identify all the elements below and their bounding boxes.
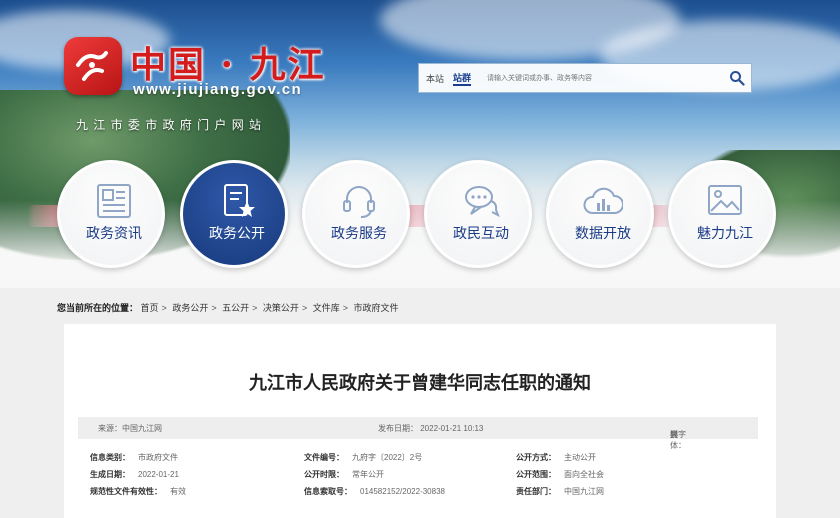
info-key: 规范性文件有效性： xyxy=(90,487,162,496)
breadcrumb-prefix: 您当前所在的位置： xyxy=(57,303,139,313)
headset-icon xyxy=(343,186,375,218)
article-meta-bar: 来源：中国九江网 发布日期： 2022-01-21 10:13 【字体： 大 中… xyxy=(78,417,758,450)
info-key: 文件编号： xyxy=(304,453,344,462)
info-value: 中国九江网 xyxy=(564,487,604,496)
info-cell: 规范性文件有效性： 有效 xyxy=(90,486,186,498)
info-cell: 公开范围： 面向全社会 xyxy=(516,469,604,481)
breadcrumb-link[interactable]: 首页 xyxy=(141,303,159,313)
info-key: 责任部门： xyxy=(516,487,556,496)
font-size-label-end: 】 xyxy=(670,430,678,439)
nav-item-news[interactable]: 政务资讯 xyxy=(57,160,165,268)
info-value: 九府字〔2022〕2号 xyxy=(352,453,423,462)
nav-label: 政民互动 xyxy=(453,225,509,241)
info-cell: 信息索取号： 014582152/2022-30838 xyxy=(304,486,445,498)
info-cell: 公开方式： 主动公开 xyxy=(516,452,596,464)
info-value: 常年公开 xyxy=(352,470,384,479)
picture-icon xyxy=(708,185,742,215)
nav-label: 政务服务 xyxy=(331,225,387,241)
site-subtitle: 九江市委市政府门户网站 xyxy=(76,118,267,132)
main-nav: 政务资讯 政务公开 政务服务 政民互动 数据开放 魅力九江 xyxy=(0,160,840,270)
breadcrumb-link[interactable]: 五公开 xyxy=(222,303,249,313)
search-scope-site[interactable]: 本站 xyxy=(419,72,444,85)
article-source: 来源：中国九江网 xyxy=(98,424,162,433)
site-domain: www.jiujiang.gov.cn xyxy=(133,81,303,98)
breadcrumb-separator: > xyxy=(301,303,308,313)
chat-bubbles-icon xyxy=(465,186,500,218)
site-logo-icon[interactable] xyxy=(64,37,122,95)
info-cell: 公开时限： 常年公开 xyxy=(304,469,384,481)
nav-item-charm[interactable]: 魅力九江 xyxy=(668,160,776,268)
nav-item-interaction[interactable]: 政民互动 xyxy=(424,160,532,268)
document-star-icon xyxy=(224,184,255,217)
breadcrumb-separator: > xyxy=(161,303,167,313)
info-key: 公开方式： xyxy=(516,453,556,462)
info-key: 生成日期： xyxy=(90,470,130,479)
info-cell: 信息类别： 市政府文件 xyxy=(90,452,178,464)
nav-item-services[interactable]: 政务服务 xyxy=(302,160,410,268)
search-icon[interactable] xyxy=(729,70,745,86)
info-value: 014582152/2022-30838 xyxy=(360,487,445,496)
breadcrumb-link[interactable]: 政务公开 xyxy=(172,303,208,313)
breadcrumb-link[interactable]: 市政府文件 xyxy=(354,303,399,313)
info-cell: 生成日期： 2022-01-21 xyxy=(90,469,179,481)
data-cloud-icon xyxy=(583,187,623,214)
nav-label: 魅力九江 xyxy=(697,225,753,241)
info-value: 主动公开 xyxy=(564,453,596,462)
breadcrumb-separator: > xyxy=(211,303,217,313)
info-table: 信息类别： 市政府文件 文件编号： 九府字〔2022〕2号 公开方式： 主动公开 生成… xyxy=(78,444,758,504)
info-key: 信息类别： xyxy=(90,453,130,462)
nav-item-open-data[interactable]: 数据开放 xyxy=(546,160,654,268)
breadcrumb-separator: > xyxy=(252,303,258,313)
info-cell: 文件编号： 九府字〔2022〕2号 xyxy=(304,452,422,464)
breadcrumb-link[interactable]: 文件库 xyxy=(313,303,340,313)
header-banner: 中国 · 九江 www.jiujiang.gov.cn 九江市委市政府门户网站 … xyxy=(0,0,840,288)
search-scope-group[interactable]: 站群 xyxy=(453,71,472,86)
info-value: 2022-01-21 xyxy=(138,470,179,479)
info-cell: 责任部门： 中国九江网 xyxy=(516,486,604,498)
info-key: 信息索取号： xyxy=(304,487,352,496)
info-key: 公开时限： xyxy=(304,470,344,479)
search-bar: 本站 站群 xyxy=(418,63,752,93)
nav-item-gov-open[interactable]: 政务公开 xyxy=(180,160,288,268)
breadcrumb-separator: > xyxy=(342,303,348,313)
newspaper-icon xyxy=(97,184,131,218)
search-input[interactable] xyxy=(487,68,718,88)
nav-label: 政务公开 xyxy=(209,225,265,241)
nav-label: 政务资讯 xyxy=(86,225,142,241)
article-panel: 九江市人民政府关于曾建华同志任职的通知 来源：中国九江网 发布日期： 2022-… xyxy=(64,324,776,518)
breadcrumb-link[interactable]: 决策公开 xyxy=(263,303,299,313)
info-key: 公开范围： xyxy=(516,470,556,479)
article-title: 九江市人民政府关于曾建华同志任职的通知 xyxy=(249,373,591,393)
info-value: 面向全社会 xyxy=(564,470,604,479)
breadcrumb: 您当前所在的位置： 首页 > 政务公开 > 五公开 > 决策公开 > 文件库 > 市政府文… xyxy=(57,301,399,314)
nav-label: 数据开放 xyxy=(575,225,631,241)
info-value: 市政府文件 xyxy=(138,453,178,462)
article-date: 发布日期： 2022-01-21 10:13 xyxy=(378,424,484,433)
info-value: 有效 xyxy=(170,487,186,496)
